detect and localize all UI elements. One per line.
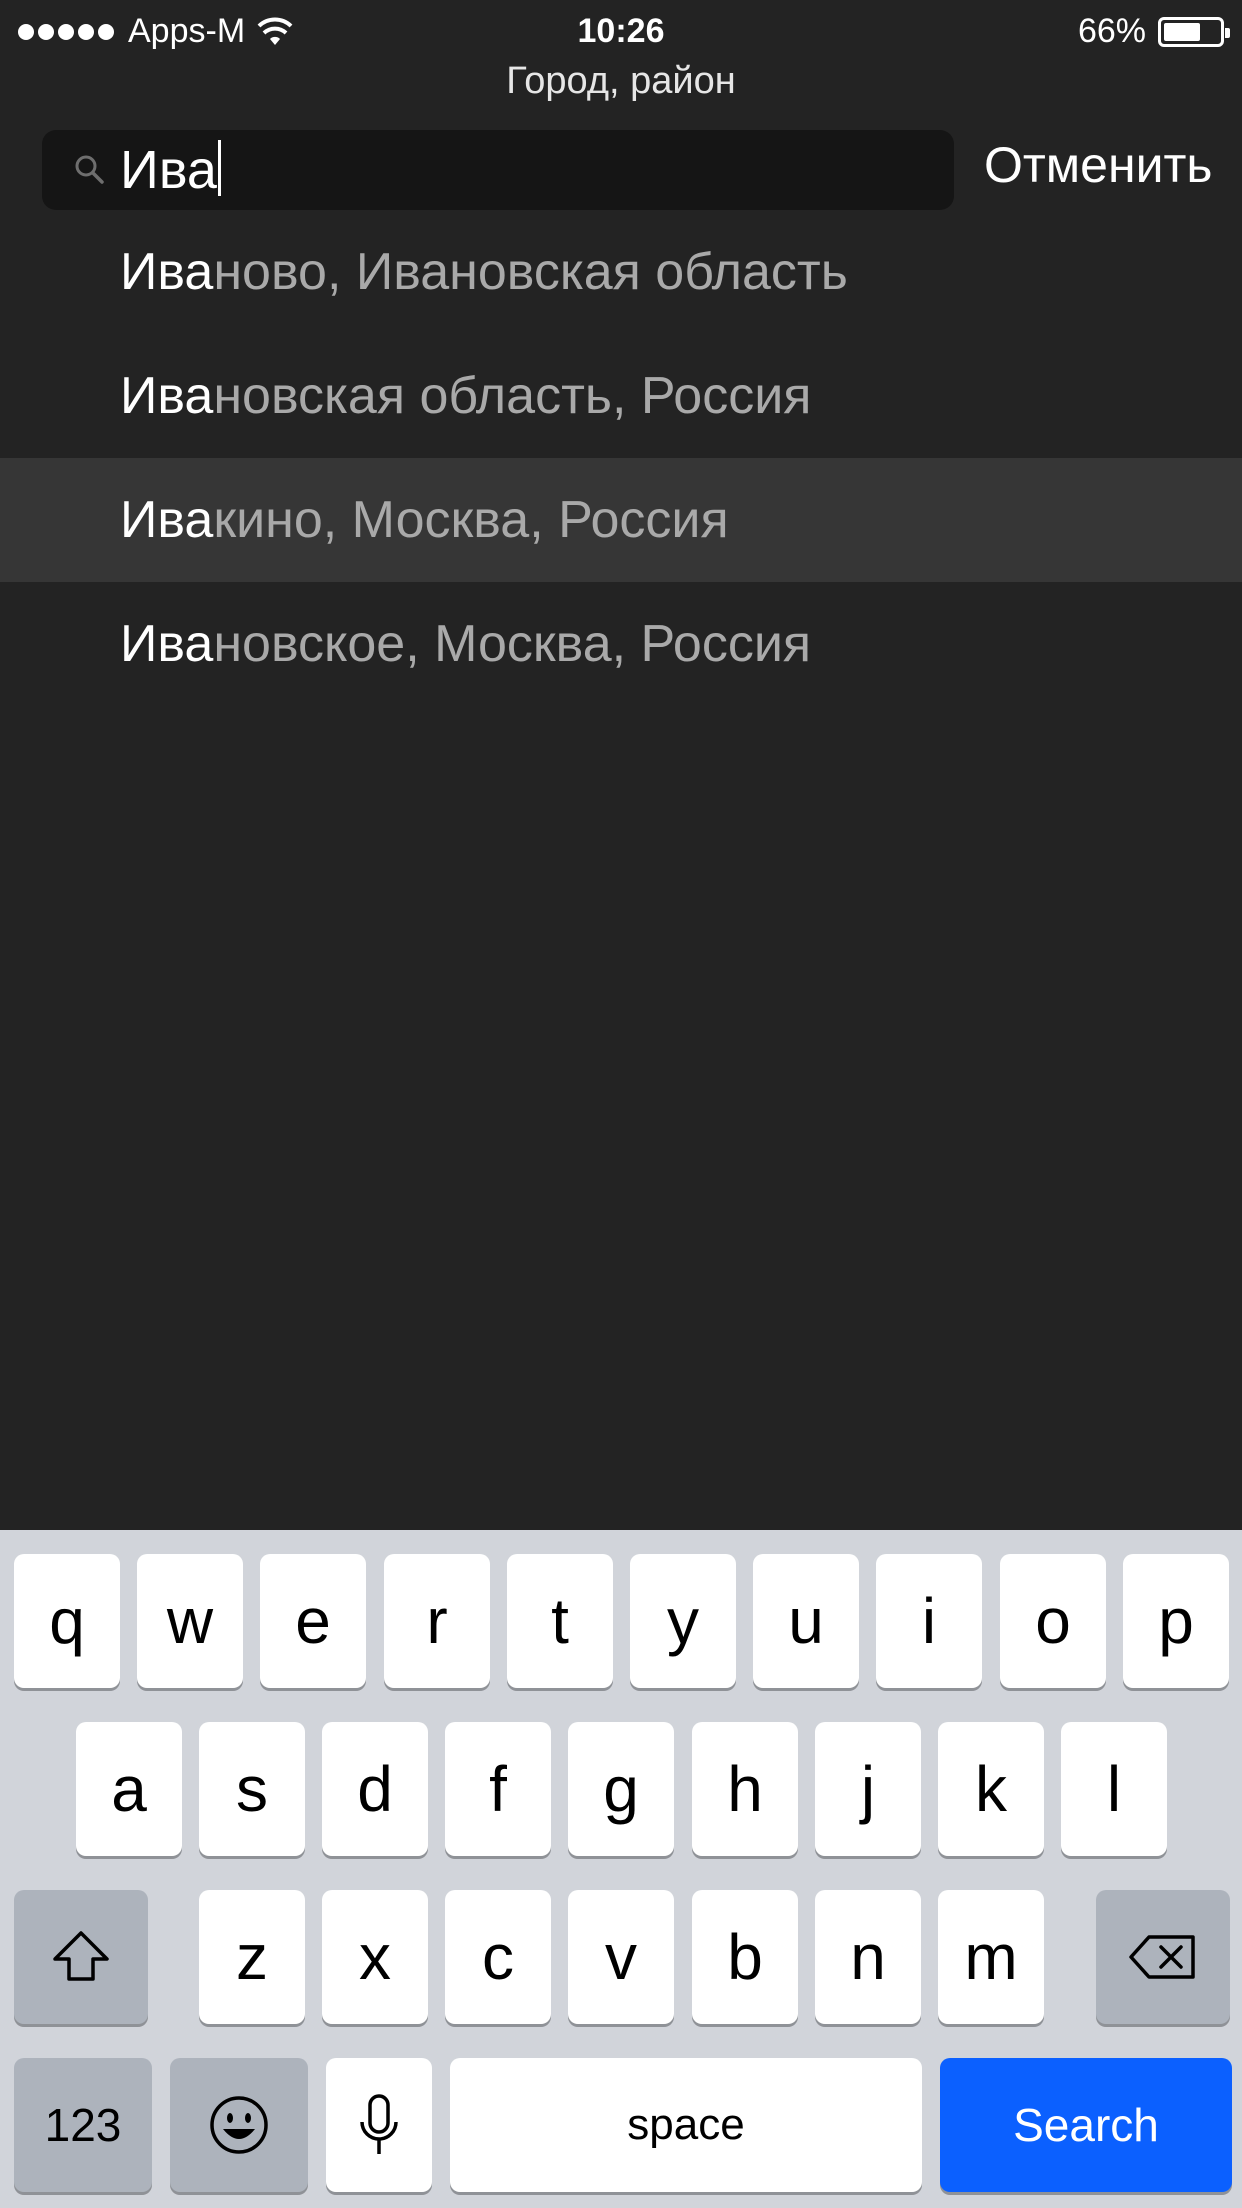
- key-q[interactable]: q: [14, 1554, 120, 1688]
- search-key[interactable]: Search: [940, 2058, 1232, 2192]
- search-text: Ива: [120, 140, 217, 200]
- delete-icon: [1129, 1935, 1195, 1979]
- shift-icon: [53, 1931, 109, 1981]
- key-f[interactable]: f: [445, 1722, 551, 1856]
- key-t[interactable]: t: [507, 1554, 613, 1688]
- key-a[interactable]: a: [76, 1722, 182, 1856]
- keyboard: q w e r t y u i o p a s d f g h j k l z …: [0, 1530, 1242, 2208]
- key-r[interactable]: r: [384, 1554, 490, 1688]
- key-d[interactable]: d: [322, 1722, 428, 1856]
- search-input[interactable]: Ива: [42, 130, 954, 210]
- cancel-button[interactable]: Отменить: [984, 136, 1212, 194]
- suggestion-item-highlighted[interactable]: Ива кино, Москва, Россия: [0, 458, 1242, 582]
- suggestion-rest: новская область, Россия: [213, 367, 812, 425]
- numbers-key[interactable]: 123: [14, 2058, 152, 2192]
- key-o[interactable]: o: [1000, 1554, 1106, 1688]
- emoji-icon: [210, 2096, 268, 2154]
- suggestion-item[interactable]: Ива новское, Москва, Россия: [0, 582, 1242, 706]
- shift-key[interactable]: [14, 1890, 148, 2024]
- key-i[interactable]: i: [876, 1554, 982, 1688]
- status-time: 10:26: [577, 12, 665, 50]
- space-key[interactable]: space: [450, 2058, 922, 2192]
- suggestion-match: Ива: [120, 243, 214, 301]
- suggestion-rest: кино, Москва, Россия: [213, 491, 729, 549]
- key-m[interactable]: m: [938, 1890, 1044, 2024]
- suggestion-match: Ива: [120, 367, 214, 425]
- microphone-key[interactable]: [326, 2058, 432, 2192]
- key-w[interactable]: w: [137, 1554, 243, 1688]
- status-bar: Apps-M 10:26 66%: [0, 0, 1242, 60]
- delete-key[interactable]: [1096, 1890, 1230, 2024]
- key-l[interactable]: l: [1061, 1722, 1167, 1856]
- key-k[interactable]: k: [938, 1722, 1044, 1856]
- battery-icon: [1158, 16, 1230, 47]
- key-j[interactable]: j: [815, 1722, 921, 1856]
- key-b[interactable]: b: [692, 1890, 798, 2024]
- text-cursor: [217, 140, 221, 196]
- key-v[interactable]: v: [568, 1890, 674, 2024]
- search-icon: [75, 155, 104, 184]
- key-h[interactable]: h: [692, 1722, 798, 1856]
- suggestion-match: Ива: [120, 615, 214, 673]
- suggestion-item[interactable]: Ива ново, Ивановская область: [0, 210, 1242, 334]
- battery-fill: [1164, 22, 1200, 41]
- suggestion-match: Ива: [120, 491, 214, 549]
- key-c[interactable]: c: [445, 1890, 551, 2024]
- suggestion-list: Ива ново, Ивановская область Ива новская о…: [0, 210, 1242, 706]
- page-title: Город, район: [506, 60, 736, 102]
- key-y[interactable]: y: [630, 1554, 736, 1688]
- search-value: Ива: [120, 138, 221, 202]
- status-right: 66%: [1077, 12, 1230, 51]
- key-z[interactable]: z: [199, 1890, 305, 2024]
- key-s[interactable]: s: [199, 1722, 305, 1856]
- suggestion-rest: ново, Ивановская область: [213, 243, 848, 301]
- suggestion-rest: новское, Москва, Россия: [213, 615, 812, 673]
- key-u[interactable]: u: [753, 1554, 859, 1688]
- key-x[interactable]: x: [322, 1890, 428, 2024]
- emoji-key[interactable]: [170, 2058, 308, 2192]
- key-p[interactable]: p: [1123, 1554, 1229, 1688]
- key-e[interactable]: e: [260, 1554, 366, 1688]
- microphone-icon: [360, 2094, 398, 2154]
- key-g[interactable]: g: [568, 1722, 674, 1856]
- suggestion-item[interactable]: Ива новская область, Россия: [0, 334, 1242, 458]
- battery-percent: 66%: [1077, 12, 1146, 50]
- key-n[interactable]: n: [815, 1890, 921, 2024]
